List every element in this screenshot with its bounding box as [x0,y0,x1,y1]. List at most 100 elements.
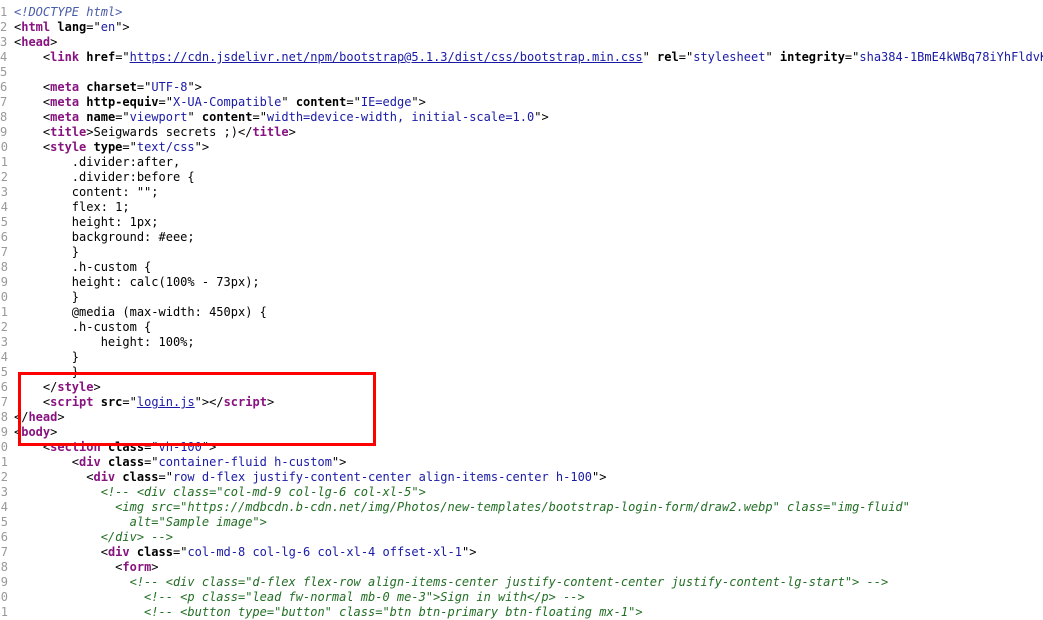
tag-name: title [252,125,289,139]
punctuation: " [281,95,296,109]
code-line: 29 <body> [0,425,1043,440]
comment-text: <!-- <div class="d-flex flex-row align-i… [129,575,889,589]
line-number: 26 [0,380,8,394]
code-line: 35 alt="Sample image"> [0,515,1043,530]
line-number: 16 [0,230,8,244]
code-line: 10 <style type="text/css"> [0,140,1043,155]
code-content: <body> [14,425,57,440]
line-number: 5 [0,65,8,79]
line-number: 39 [0,575,8,589]
line-number: 12 [0,170,8,184]
code-line: 39 <!-- <div class="d-flex flex-row alig… [0,575,1043,590]
tag-name: head [21,35,51,49]
attribute-value: sha384-1BmE4kWBq78iYhFldvK [859,50,1043,64]
comment-text: </div> --> [100,530,173,544]
code-content: </style> [14,380,101,395]
code-text: .h-custom { [14,320,152,334]
line-number: 28 [0,410,8,424]
code-line: 4 <link href="https://cdn.jsdelivr.net/n… [0,50,1043,65]
line-number: 6 [0,80,8,94]
line-number: 13 [0,185,8,199]
code-content: } [14,365,79,380]
line-number: 9 [0,125,8,139]
code-line: 36 </div> --> [0,530,1043,545]
code-line: 13 content: ""; [0,185,1043,200]
source-code-viewer: 1 <!DOCTYPE html> 2 <html lang="en"> 3 <head>… [0,5,1043,620]
line-number: 37 [0,545,8,559]
punctuation: > [50,425,58,439]
tag-name: meta [50,110,80,124]
line-number: 19 [0,275,8,289]
attribute-value: vh-100 [158,440,202,454]
line-number: 14 [0,200,8,214]
code-text: .h-custom { [14,260,152,274]
line-number: 33 [0,485,8,499]
code-content: <title>Seigwards secrets ;)</title> [14,125,296,140]
punctuation: </ [42,380,58,394]
code-line: 28 </head> [0,410,1043,425]
code-content: alt="Sample image"> [14,515,267,530]
line-number: 10 [0,140,8,154]
code-line: 38 <form> [0,560,1043,575]
tag-name: div [107,545,130,559]
punctuation: " [187,110,202,124]
punctuation: =" [122,395,137,409]
attribute-value: IE=edge [360,95,412,109]
punctuation: =" [252,110,267,124]
code-content: <meta charset="UTF-8"> [14,80,202,95]
punctuation: > [288,125,296,139]
tag-name: section [50,440,101,454]
tag-name: body [21,425,51,439]
punctuation: =" [115,110,130,124]
attribute-name: type [93,140,123,154]
code-line: 25 } [0,365,1043,380]
code-content: <link href="https://cdn.jsdelivr.net/npm… [14,50,1043,65]
line-number: 38 [0,560,8,574]
attribute-name: class [122,470,159,484]
code-line: 14 flex: 1; [0,200,1043,215]
code-content: <form> [14,560,158,575]
punctuation: "> [187,80,202,94]
line-number: 40 [0,590,8,604]
attribute-value: en [100,20,116,34]
punctuation: "> [461,545,477,559]
code-content: <section class="vh-100"> [14,440,216,455]
source-link[interactable]: https://cdn.jsdelivr.net/npm/bootstrap@5… [130,50,643,64]
code-content: <script src="login.js"></script> [14,395,274,410]
code-line: 1 <!DOCTYPE html> [0,5,1043,20]
line-number: 31 [0,455,8,469]
punctuation: =" [86,20,101,34]
code-content: </head> [14,410,65,425]
code-text: flex: 1; [14,200,130,214]
attribute-name: content [295,95,347,109]
source-link[interactable]: login.js [137,395,195,409]
code-line: 40 <!-- <p class="lead fw-normal mb-0 me… [0,590,1043,605]
doctype: <!DOCTYPE html> [14,5,123,19]
punctuation: =" [115,50,130,64]
tag-name: html [21,20,51,34]
code-content: .divider:before { [14,170,195,185]
line-number: 34 [0,500,8,514]
punctuation: =" [678,50,694,64]
punctuation: < [71,455,80,469]
code-content: <div class="row d-flex justify-content-c… [14,470,606,485]
attribute-value: row d-flex justify-content-center align-… [172,470,593,484]
line-number: 32 [0,470,8,484]
tag-name: title [50,125,87,139]
tag-name: div [79,455,101,469]
code-line: 8 <meta name="viewport" content="width=d… [0,110,1043,125]
line-number: 24 [0,350,8,364]
punctuation: " [765,50,780,64]
attribute-name: class [107,455,145,469]
attribute-value: UTF-8 [151,80,188,94]
code-content: height: calc(100% - 73px); [14,275,260,290]
